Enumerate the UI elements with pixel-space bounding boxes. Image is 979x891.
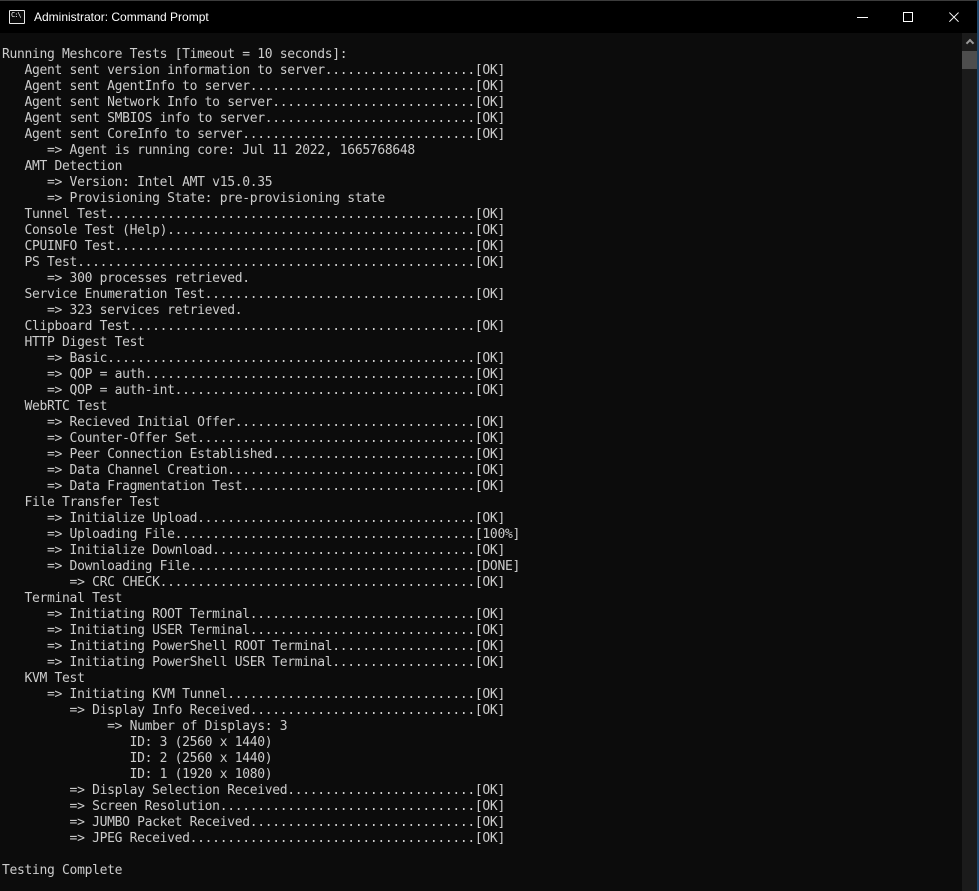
titlebar[interactable]: C:\ Administrator: Command Prompt ×	[0, 1, 977, 33]
command-prompt-window: C:\ Administrator: Command Prompt × Runn…	[0, 0, 979, 891]
chevron-up-icon	[965, 39, 973, 47]
terminal-line: Service Enumeration Test................…	[2, 287, 957, 303]
terminal-line: => Uploading File.......................…	[2, 527, 957, 543]
terminal-line: File Transfer Test	[2, 495, 957, 511]
terminal-line: ID: 2 (2560 x 1440)	[2, 751, 957, 767]
close-icon: ×	[946, 12, 962, 22]
terminal-line: => Display Selection Received...........…	[2, 783, 957, 799]
terminal-line: Agent sent version information to server…	[2, 63, 957, 79]
scrollbar-thumb[interactable]	[962, 51, 977, 69]
terminal-line: => Basic................................…	[2, 351, 957, 367]
command-prompt-icon-text: C:\	[10, 11, 21, 19]
terminal-line: => Data Channel Creation................…	[2, 463, 957, 479]
terminal-line: => 300 processes retrieved.	[2, 271, 957, 287]
terminal-line: => Screen Resolution....................…	[2, 799, 957, 815]
terminal-line: => Peer Connection Established..........…	[2, 447, 957, 463]
terminal-line: PS Test.................................…	[2, 255, 957, 271]
terminal-line: AMT Detection	[2, 159, 957, 175]
terminal-line: => Provisioning State: pre-provisioning …	[2, 191, 957, 207]
terminal-line: Terminal Test	[2, 591, 957, 607]
window-title: Administrator: Command Prompt	[34, 10, 209, 24]
terminal-line: => Data Fragmentation Test..............…	[2, 479, 957, 495]
terminal-line: => Number of Displays: 3	[2, 719, 957, 735]
terminal-line: => Display Info Received................…	[2, 703, 957, 719]
close-button[interactable]: ×	[931, 1, 977, 33]
terminal-line: Running Meshcore Tests [Timeout = 10 sec…	[2, 47, 957, 63]
terminal-line: => JPEG Received........................…	[2, 831, 957, 847]
terminal-line: Console Test (Help).....................…	[2, 223, 957, 239]
terminal-line: => QOP = auth-int.......................…	[2, 383, 957, 399]
terminal-line: KVM Test	[2, 671, 957, 687]
terminal-line: HTTP Digest Test	[2, 335, 957, 351]
terminal-line: Agent sent SMBIOS info to server........…	[2, 111, 957, 127]
terminal-line: => Counter-Offer Set....................…	[2, 431, 957, 447]
terminal-line: Agent sent CoreInfo to server...........…	[2, 127, 957, 143]
caption-buttons: ×	[839, 1, 977, 33]
terminal-line: ID: 3 (2560 x 1440)	[2, 735, 957, 751]
scrollbar[interactable]	[962, 33, 977, 891]
terminal-line: => Initiating USER Terminal.............…	[2, 623, 957, 639]
terminal-line: Agent sent Network Info to server.......…	[2, 95, 957, 111]
maximize-button[interactable]	[885, 1, 931, 33]
terminal-line: => Agent is running core: Jul 11 2022, 1…	[2, 143, 957, 159]
terminal-line: => Initiating KVM Tunnel................…	[2, 687, 957, 703]
scroll-up-button[interactable]	[962, 33, 977, 50]
terminal-line: Clipboard Test..........................…	[2, 319, 957, 335]
terminal-line: => JUMBO Packet Received................…	[2, 815, 957, 831]
terminal-line: => Initiating PowerShell USER Terminal..…	[2, 655, 957, 671]
terminal-line: => Version: Intel AMT v15.0.35	[2, 175, 957, 191]
terminal-line: => Downloading File.....................…	[2, 559, 957, 575]
terminal-line: Testing Complete	[2, 863, 957, 879]
terminal-line: => Initiating PowerShell ROOT Terminal..…	[2, 639, 957, 655]
minimize-button[interactable]	[839, 1, 885, 33]
terminal-line: => 323 services retrieved.	[2, 303, 957, 319]
terminal-line: => Recieved Initial Offer...............…	[2, 415, 957, 431]
terminal-line: => CRC CHECK............................…	[2, 575, 957, 591]
terminal-line	[2, 847, 957, 863]
terminal-line: => Initiating ROOT Terminal.............…	[2, 607, 957, 623]
console-body: Running Meshcore Tests [Timeout = 10 sec…	[0, 33, 977, 891]
terminal-line: => QOP = auth...........................…	[2, 367, 957, 383]
terminal-line: Tunnel Test.............................…	[2, 207, 957, 223]
terminal-line: ID: 1 (1920 x 1080)	[2, 767, 957, 783]
command-prompt-icon: C:\	[9, 10, 25, 24]
maximize-icon	[903, 12, 913, 22]
terminal-output: Running Meshcore Tests [Timeout = 10 sec…	[0, 33, 977, 879]
terminal-line: WebRTC Test	[2, 399, 957, 415]
terminal-line: => Initialize Download..................…	[2, 543, 957, 559]
terminal-line: => Initialize Upload....................…	[2, 511, 957, 527]
terminal-line: CPUINFO Test............................…	[2, 239, 957, 255]
minimize-icon	[857, 17, 868, 18]
terminal-line: Agent sent AgentInfo to server..........…	[2, 79, 957, 95]
